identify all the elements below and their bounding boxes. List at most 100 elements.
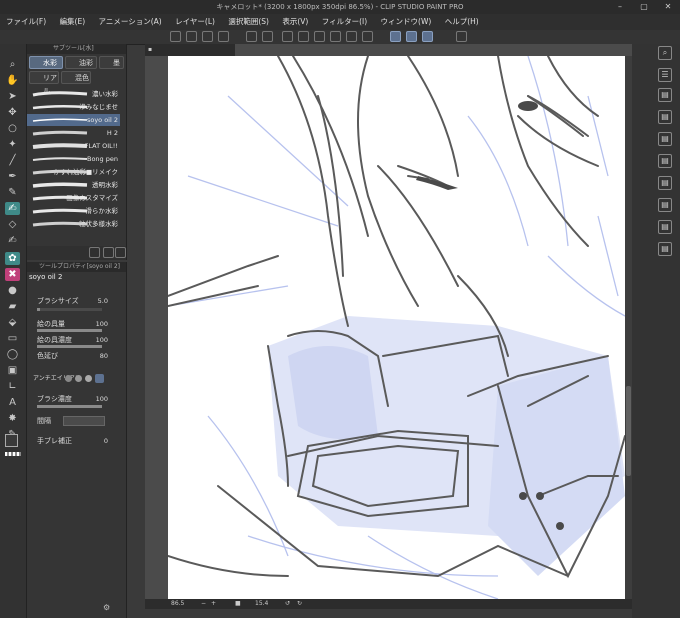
new-file-icon[interactable] [186, 31, 197, 42]
main-color-swatch[interactable] [5, 434, 18, 447]
antialias-weak[interactable] [75, 375, 82, 382]
menu-selection[interactable]: 選択範囲(S) [222, 14, 274, 30]
brush-item[interactable]: Bong pen [27, 153, 120, 165]
canvas[interactable] [168, 56, 625, 599]
stabilize-3-icon[interactable] [422, 31, 433, 42]
color-history-icon[interactable]: ▤ [658, 220, 672, 234]
frame-tool-icon[interactable]: ▣ [5, 364, 20, 377]
delete-subtool-icon[interactable] [115, 247, 126, 258]
eyedropper-icon[interactable]: ╱ [5, 154, 20, 167]
figure-tool-icon[interactable]: ▭ [5, 332, 20, 345]
brush-size-value[interactable]: 5.0 [98, 294, 108, 308]
deselect-icon[interactable] [282, 31, 293, 42]
navigator-icon[interactable]: ⌕ [658, 46, 672, 60]
approximate-color-icon[interactable]: ▤ [658, 198, 672, 212]
ruler-tool-icon[interactable]: ∟ [5, 380, 20, 393]
airbrush-tool-icon[interactable]: ✖ [5, 268, 20, 281]
antialias-strong[interactable] [95, 374, 104, 383]
scrollbar-thumb[interactable] [626, 386, 631, 476]
brush-item[interactable]: H 2 [27, 127, 120, 139]
tab-blend[interactable]: 混色 [61, 71, 91, 84]
copy-subtool-icon[interactable] [89, 247, 100, 258]
menu-edit[interactable]: 編集(E) [54, 14, 91, 30]
brush-item[interactable]: 粒状多様水彩 [27, 218, 120, 230]
material-icon[interactable]: ▤ [658, 88, 672, 102]
transform-icon[interactable] [330, 31, 341, 42]
menu-help[interactable]: ヘルプ(H) [439, 14, 484, 30]
antialias-none[interactable] [65, 375, 72, 382]
menu-animation[interactable]: アニメーション(A) [93, 14, 167, 30]
pencil-tool-icon[interactable]: ✎ [5, 186, 20, 199]
tab-oil[interactable]: 油彩 [65, 56, 97, 69]
fill-icon[interactable] [314, 31, 325, 42]
color-set-icon[interactable]: ▤ [658, 154, 672, 168]
stabilization-value[interactable]: 0 [104, 434, 108, 448]
brush-tool-icon[interactable]: ✍ [5, 202, 20, 215]
layer-icon[interactable]: ☰ [658, 68, 672, 82]
color-stretch-row[interactable]: 色延び 80 [27, 349, 126, 363]
stabilize-2-icon[interactable] [406, 31, 417, 42]
text-tool-icon[interactable]: A [5, 396, 20, 409]
history-icon[interactable]: ▤ [658, 110, 672, 124]
paint-amount-slider[interactable] [37, 329, 102, 332]
brush-item[interactable]: 滲みなじませ [27, 101, 120, 113]
menu-window[interactable]: ウィンドウ(W) [375, 14, 437, 30]
layer-property-icon[interactable]: ▤ [658, 132, 672, 146]
magic-wand-icon[interactable]: ✦ [5, 138, 20, 151]
spacing-row[interactable]: 間隔 [27, 414, 126, 428]
clear-icon[interactable] [298, 31, 309, 42]
blend-tool-icon[interactable]: ✍ [5, 234, 20, 247]
gradient-tool-icon[interactable]: ▰ [5, 300, 20, 313]
vertical-scrollbar[interactable] [625, 56, 632, 599]
paint-amount-row[interactable]: 絵の具量 100 [27, 317, 126, 332]
antialias-medium[interactable] [85, 375, 92, 382]
minimize-button[interactable]: – [608, 0, 632, 14]
zoom-out-icon[interactable]: − [201, 599, 206, 609]
brush-item[interactable]: 滑らか水彩 [27, 205, 120, 217]
zoom-value[interactable]: 86.5 [171, 599, 184, 609]
close-button[interactable]: ✕ [656, 0, 680, 14]
open-file-icon[interactable] [202, 31, 213, 42]
doc-tab-close-icon[interactable]: ▪ [148, 44, 152, 56]
new-subtool-icon[interactable] [103, 247, 114, 258]
brush-item[interactable]: soyo oil 2 [27, 114, 120, 126]
brush-item[interactable]: 濃い水彩 [27, 88, 120, 100]
menu-view[interactable]: 表示(V) [276, 14, 313, 30]
brush-item[interactable]: 透明水彩 [27, 179, 120, 191]
brush-size-slider[interactable] [37, 308, 102, 311]
settings-icon[interactable]: ⚙ [103, 603, 110, 612]
zoom-tool-icon[interactable]: ⌕ [5, 58, 20, 71]
paint-density-slider[interactable] [37, 345, 102, 348]
brush-density-value[interactable]: 100 [96, 392, 108, 406]
brush-item[interactable]: FLAT OIL!! [27, 140, 120, 152]
move-layer-icon[interactable]: ✥ [5, 106, 20, 119]
lasso-tool-icon[interactable]: ○ [5, 122, 20, 135]
menu-file[interactable]: ファイル(F) [0, 14, 51, 30]
fill-tool-icon[interactable]: ● [5, 284, 20, 297]
maximize-button[interactable]: ▢ [632, 0, 656, 14]
rotate-right-icon[interactable]: ↻ [297, 599, 302, 609]
intermediate-color-icon[interactable]: ▤ [658, 176, 672, 190]
home-icon[interactable] [170, 31, 181, 42]
spacing-select[interactable] [63, 416, 105, 426]
document-tab[interactable]: ▪ [145, 44, 235, 56]
save-icon[interactable] [218, 31, 229, 42]
menu-filter[interactable]: フィルター(I) [316, 14, 372, 30]
brush-density-slider[interactable] [37, 405, 102, 408]
angle-value[interactable]: 15.4 [255, 599, 268, 609]
brush-item[interactable]: かすれ油彩■リメイク [27, 166, 120, 178]
paint-density-row[interactable]: 絵の具濃度 100 [27, 333, 126, 348]
move-tool-icon[interactable]: ✋ [5, 74, 20, 87]
fit-icon[interactable]: ■ [235, 599, 241, 609]
sub-view-icon[interactable]: ▤ [658, 242, 672, 256]
tab-ink[interactable]: 墨 [99, 56, 124, 69]
brush-item[interactable]: 画像カスタマイズ [27, 192, 120, 204]
grid-icon[interactable] [346, 31, 357, 42]
antialias-row[interactable]: アンチエイリアス [27, 372, 126, 386]
ellipse-tool-icon[interactable]: ◯ [5, 348, 20, 361]
eraser-tool-icon[interactable]: ◇ [5, 218, 20, 231]
bucket-tool-icon[interactable]: ⬙ [5, 316, 20, 329]
decoration-tool-icon[interactable]: ✿ [5, 252, 20, 265]
ruler-icon[interactable] [362, 31, 373, 42]
operation-tool-icon[interactable]: ➤ [5, 90, 20, 103]
